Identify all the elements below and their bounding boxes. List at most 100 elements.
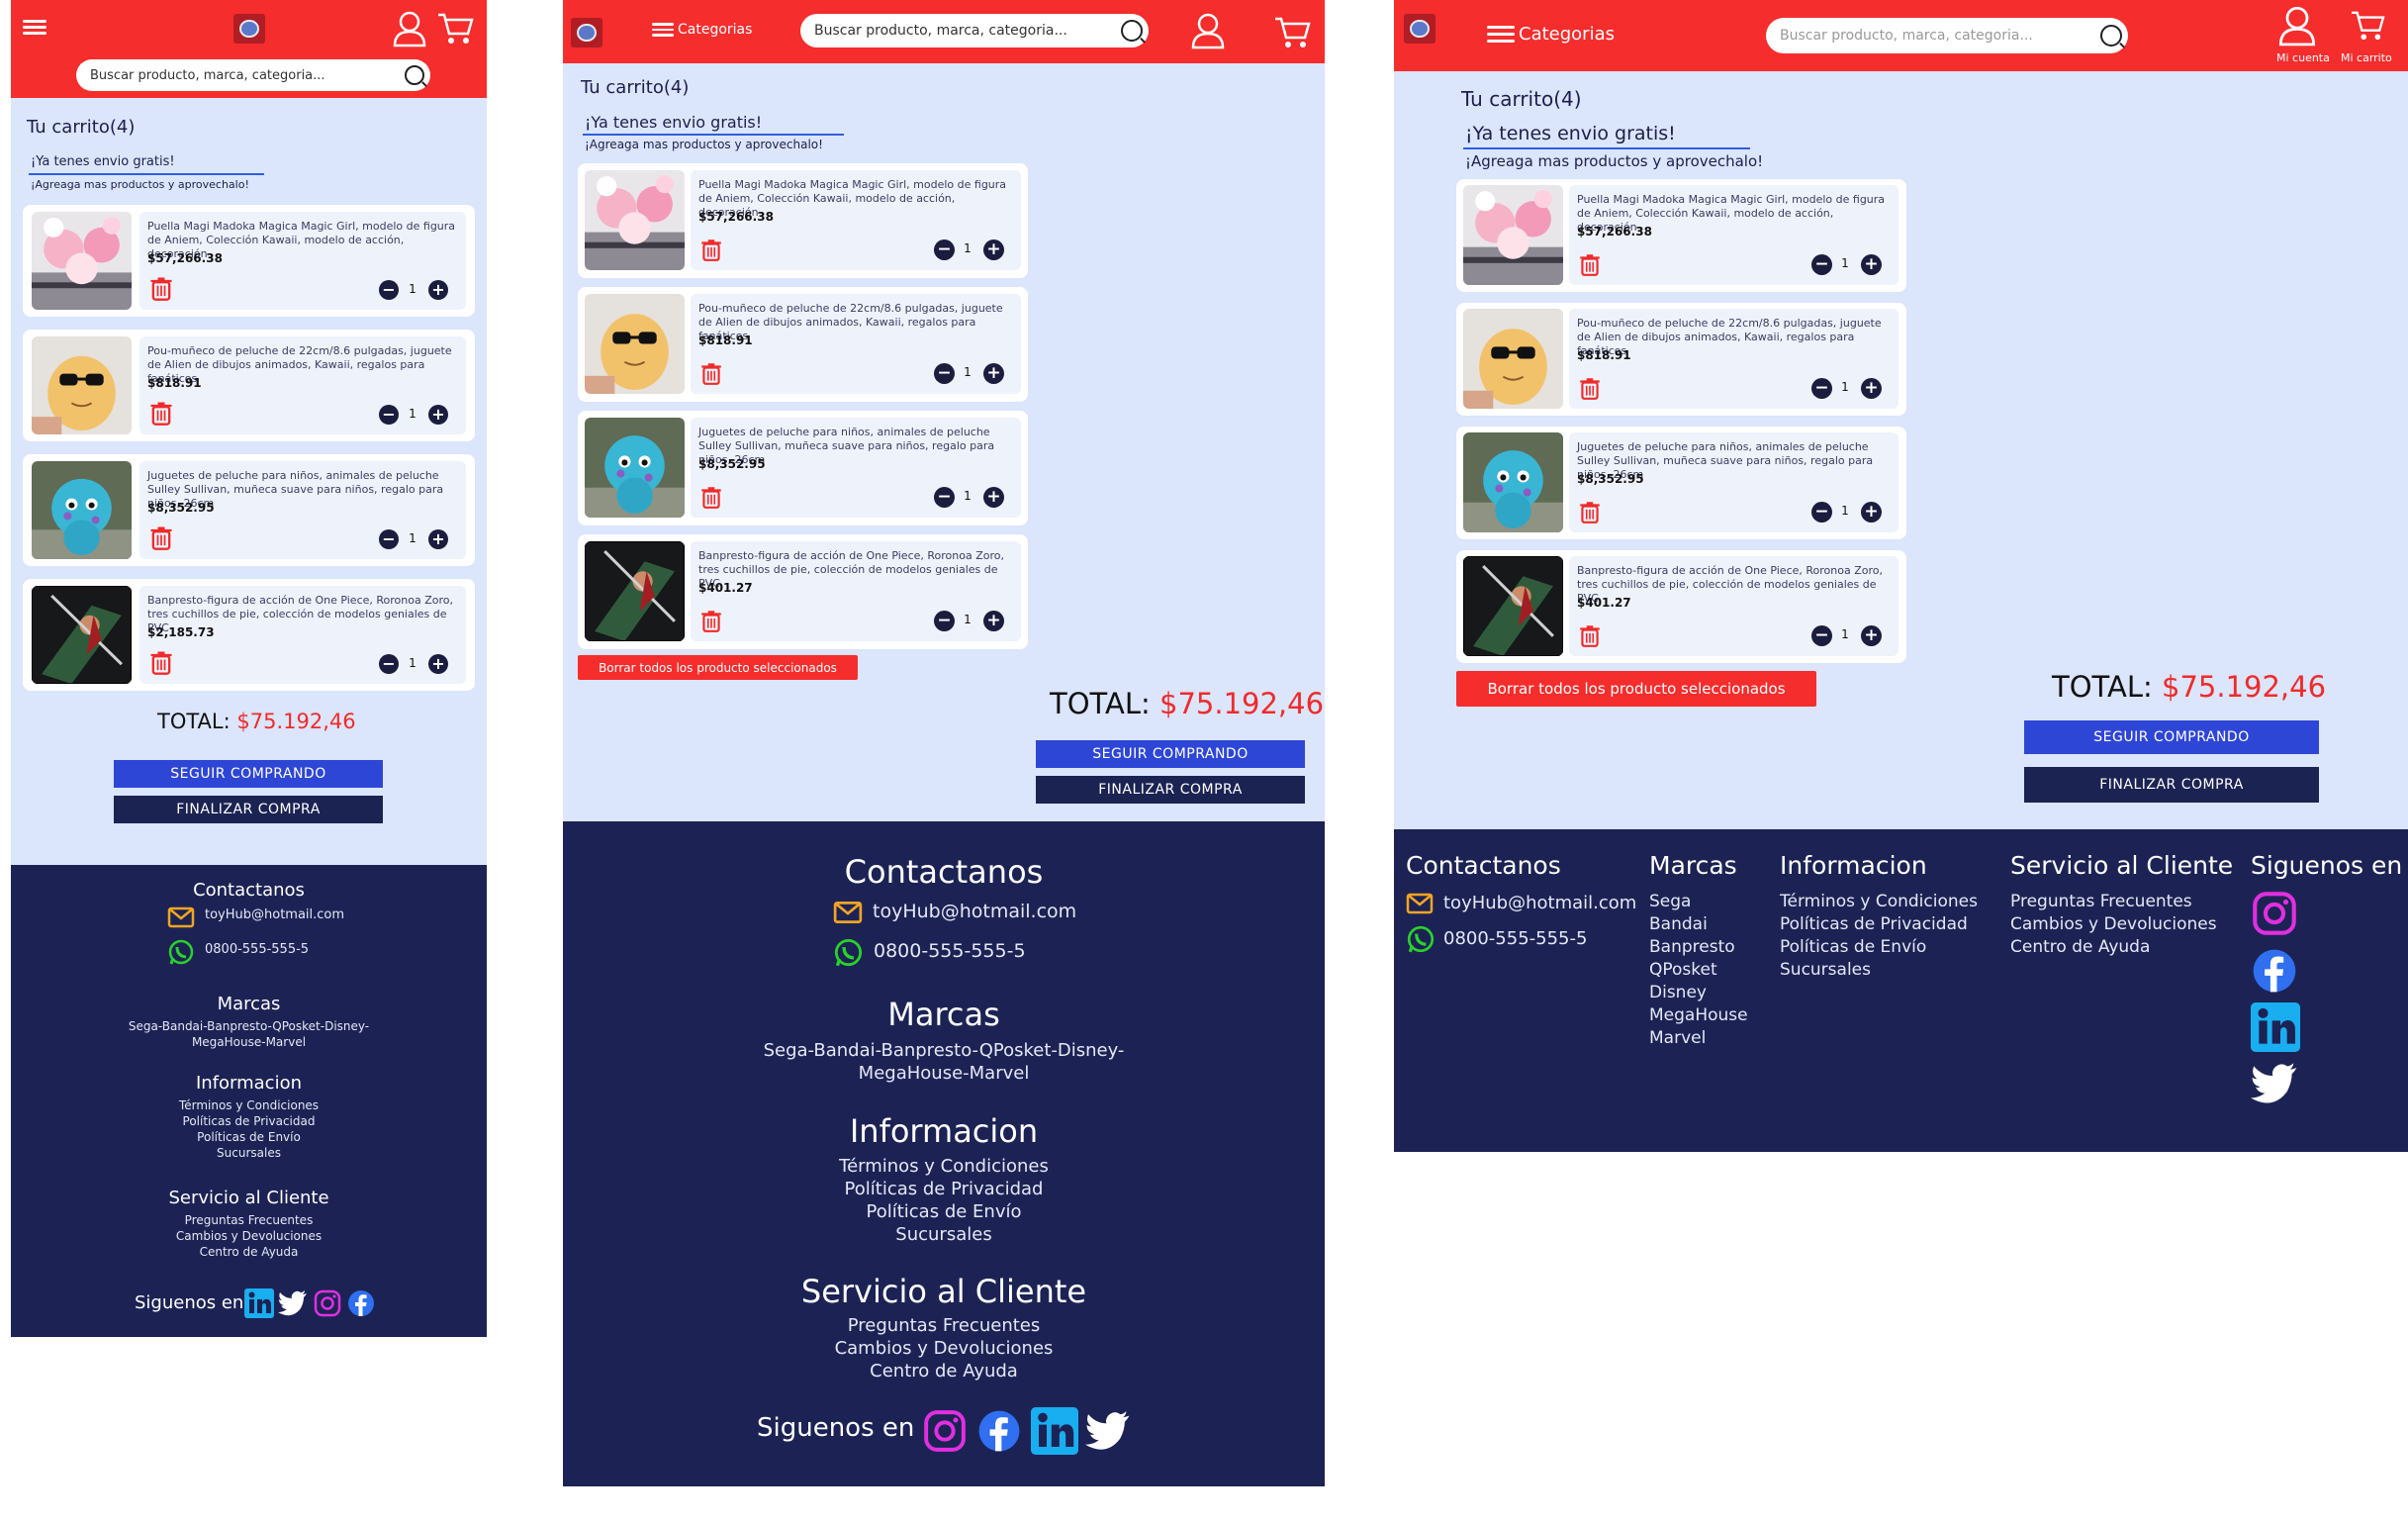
- plus-icon[interactable]: +: [428, 529, 448, 549]
- linkedin-icon[interactable]: [244, 1288, 274, 1318]
- phone-link[interactable]: 0800-555-555-5: [874, 939, 1026, 964]
- brand-item[interactable]: Banpresto: [1649, 936, 1748, 959]
- brand-item[interactable]: Marvel: [1649, 1027, 1748, 1050]
- email-link[interactable]: toyHub@hotmail.com: [873, 900, 1076, 924]
- brand-item[interactable]: Sega: [1649, 891, 1748, 913]
- service-link[interactable]: Centro de Ayuda: [563, 1360, 1325, 1382]
- product-image[interactable]: [32, 586, 132, 684]
- continue-shopping-button[interactable]: SEGUIR COMPRANDO: [2024, 720, 2319, 754]
- product-image[interactable]: [585, 294, 685, 394]
- product-image[interactable]: [1463, 556, 1563, 656]
- facebook-icon[interactable]: [347, 1289, 375, 1317]
- checkout-button[interactable]: FINALIZAR COMPRA: [1036, 776, 1305, 804]
- info-link[interactable]: Sucursales: [1780, 959, 1978, 982]
- info-link[interactable]: Términos y Condiciones: [1780, 891, 1978, 913]
- delete-selected-button[interactable]: Borrar todos los producto seleccionados: [1456, 671, 1816, 707]
- brand-item[interactable]: MegaHouse: [1649, 1004, 1748, 1027]
- search-input[interactable]: Buscar producto, marca, categoria...: [1766, 18, 2128, 53]
- info-link[interactable]: Términos y Condiciones: [11, 1098, 487, 1114]
- trash-icon[interactable]: [147, 524, 175, 551]
- service-link[interactable]: Preguntas Frecuentes: [2010, 891, 2217, 913]
- minus-icon[interactable]: −: [1811, 254, 1832, 275]
- twitter-icon[interactable]: [2251, 1063, 2298, 1104]
- cart-label[interactable]: Mi carrito: [2341, 51, 2392, 64]
- facebook-icon[interactable]: [977, 1409, 1021, 1453]
- delete-selected-button[interactable]: Borrar todos los producto seleccionados: [578, 655, 858, 680]
- product-image[interactable]: [1463, 432, 1563, 532]
- categories-menu[interactable]: Categorias: [652, 22, 752, 38]
- cart-icon[interactable]: [1273, 16, 1311, 49]
- brand-item[interactable]: Bandai: [1649, 913, 1748, 936]
- minus-icon[interactable]: −: [1811, 378, 1832, 399]
- plus-icon[interactable]: +: [1861, 254, 1882, 275]
- search-icon[interactable]: [2100, 25, 2122, 47]
- plus-icon[interactable]: +: [983, 611, 1004, 631]
- service-link[interactable]: Centro de Ayuda: [2010, 936, 2217, 959]
- email-link[interactable]: toyHub@hotmail.com: [1443, 892, 1636, 914]
- service-link[interactable]: Cambios y Devoluciones: [11, 1229, 487, 1245]
- instagram-icon[interactable]: [923, 1409, 967, 1453]
- plus-icon[interactable]: +: [1861, 625, 1882, 646]
- instagram-icon[interactable]: [314, 1289, 341, 1317]
- email-link[interactable]: toyHub@hotmail.com: [205, 907, 344, 924]
- categories-menu[interactable]: Categorias: [1487, 24, 1615, 45]
- linkedin-icon[interactable]: [1031, 1407, 1078, 1455]
- brand-item[interactable]: QPosket: [1649, 959, 1748, 982]
- minus-icon[interactable]: −: [379, 405, 399, 425]
- phone-link[interactable]: 0800-555-555-5: [1443, 927, 1587, 950]
- service-link[interactable]: Preguntas Frecuentes: [11, 1213, 487, 1229]
- minus-icon[interactable]: −: [934, 363, 955, 384]
- service-link[interactable]: Cambios y Devoluciones: [563, 1337, 1325, 1360]
- info-link[interactable]: Políticas de Privacidad: [563, 1178, 1325, 1200]
- logo[interactable]: [233, 14, 265, 44]
- minus-icon[interactable]: −: [934, 611, 955, 631]
- trash-icon[interactable]: [698, 608, 724, 633]
- trash-icon[interactable]: [1577, 499, 1603, 524]
- info-link[interactable]: Términos y Condiciones: [563, 1155, 1325, 1178]
- service-link[interactable]: Preguntas Frecuentes: [563, 1314, 1325, 1337]
- linkedin-icon[interactable]: [2251, 1002, 2300, 1052]
- info-link[interactable]: Políticas de Envío: [1780, 936, 1978, 959]
- cart-icon[interactable]: [436, 12, 474, 46]
- trash-icon[interactable]: [147, 399, 175, 427]
- trash-icon[interactable]: [1577, 251, 1603, 277]
- plus-icon[interactable]: +: [983, 363, 1004, 384]
- search-icon[interactable]: [1121, 20, 1143, 42]
- checkout-button[interactable]: FINALIZAR COMPRA: [114, 796, 383, 823]
- minus-icon[interactable]: −: [1811, 625, 1832, 646]
- account-label[interactable]: Mi cuenta: [2276, 51, 2330, 64]
- info-link[interactable]: Políticas de Privacidad: [11, 1114, 487, 1130]
- plus-icon[interactable]: +: [428, 654, 448, 674]
- user-icon[interactable]: [392, 10, 427, 48]
- plus-icon[interactable]: +: [983, 487, 1004, 508]
- search-input[interactable]: Buscar producto, marca, categoria...: [800, 14, 1149, 48]
- facebook-icon[interactable]: [2252, 948, 2297, 994]
- cart-icon[interactable]: [2350, 10, 2385, 42]
- twitter-icon[interactable]: [278, 1290, 308, 1316]
- minus-icon[interactable]: −: [1811, 502, 1832, 523]
- brand-item[interactable]: Disney: [1649, 982, 1748, 1004]
- phone-link[interactable]: 0800-555-555-5: [205, 942, 309, 959]
- checkout-button[interactable]: FINALIZAR COMPRA: [2024, 767, 2319, 803]
- trash-icon[interactable]: [1577, 622, 1603, 648]
- trash-icon[interactable]: [698, 360, 724, 386]
- menu-icon[interactable]: [23, 20, 46, 36]
- menu-icon[interactable]: [652, 23, 674, 37]
- menu-icon[interactable]: [1487, 25, 1515, 44]
- plus-icon[interactable]: +: [983, 239, 1004, 260]
- product-image[interactable]: [585, 170, 685, 270]
- info-link[interactable]: Políticas de Envío: [11, 1130, 487, 1146]
- twitter-icon[interactable]: [1085, 1411, 1131, 1451]
- info-link[interactable]: Sucursales: [563, 1223, 1325, 1246]
- plus-icon[interactable]: +: [1861, 378, 1882, 399]
- search-input[interactable]: Buscar producto, marca, categoria...: [76, 59, 430, 91]
- product-image[interactable]: [32, 212, 132, 310]
- product-image[interactable]: [585, 541, 685, 641]
- user-icon[interactable]: [1190, 12, 1226, 49]
- search-icon[interactable]: [405, 65, 424, 85]
- user-icon[interactable]: [2277, 4, 2317, 48]
- info-link[interactable]: Políticas de Privacidad: [1780, 913, 1978, 936]
- plus-icon[interactable]: +: [1861, 502, 1882, 523]
- plus-icon[interactable]: +: [428, 405, 448, 425]
- minus-icon[interactable]: −: [379, 280, 399, 300]
